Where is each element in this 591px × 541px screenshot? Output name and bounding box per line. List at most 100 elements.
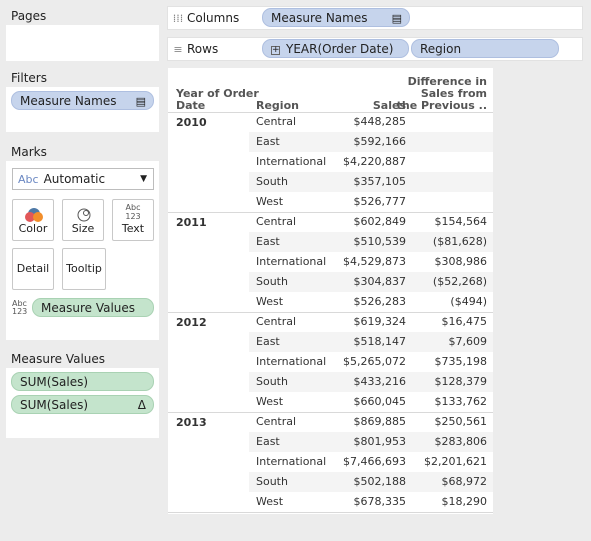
columns-icon: ⁞⁞⁞: [172, 12, 184, 25]
columns-pill-measure-names[interactable]: Measure Names ▤: [262, 8, 410, 27]
sales-cell: $619,324: [353, 315, 407, 328]
table-row[interactable]: International $4,529,873 $308,986: [249, 252, 493, 272]
measure-values-pill-label: Measure Values: [41, 301, 136, 315]
sales-cell: $526,283: [353, 295, 407, 308]
table-row[interactable]: West $526,777: [249, 192, 493, 212]
diff-cell: $128,379: [434, 375, 488, 388]
sales-cell: $660,045: [353, 395, 407, 408]
region-cell: West: [256, 395, 284, 408]
table-row[interactable]: Central $602,849 $154,564: [249, 212, 493, 232]
columns-shelf[interactable]: ⁞⁞⁞ Columns Measure Names ▤: [167, 6, 583, 30]
table-row[interactable]: Central $619,324 $16,475: [249, 312, 493, 332]
region-cell: South: [256, 275, 288, 288]
year-label: 2013: [176, 416, 207, 429]
table-bottom-divider: [168, 512, 493, 513]
text-encoding-icon: Abc 123: [12, 300, 27, 316]
sales-cell: $304,837: [353, 275, 407, 288]
pages-card[interactable]: Pages: [6, 7, 159, 61]
region-cell: South: [256, 175, 288, 188]
table-row[interactable]: International $5,265,072 $735,198: [249, 352, 493, 372]
expand-icon[interactable]: +: [271, 46, 280, 55]
tooltip-button[interactable]: Tooltip: [62, 248, 106, 290]
region-cell: Central: [256, 215, 297, 228]
measure-pill-sales[interactable]: SUM(Sales): [11, 372, 154, 391]
rows-pill-year[interactable]: + YEAR(Order Date): [262, 39, 409, 58]
region-cell: East: [256, 235, 280, 248]
rows-label-wrap: ≡ Rows: [172, 38, 218, 60]
rows-pill-region[interactable]: Region: [411, 39, 559, 58]
sales-cell: $526,777: [353, 195, 407, 208]
detail-label: Detail: [16, 262, 50, 275]
diff-cell: $154,564: [434, 215, 488, 228]
sales-cell: $510,539: [353, 235, 407, 248]
rows-shelf[interactable]: ≡ Rows + YEAR(Order Date) Region: [167, 37, 583, 61]
table-row[interactable]: South $304,837 ($52,268): [249, 272, 493, 292]
table-row[interactable]: West $526,283 ($494): [249, 292, 493, 312]
text-icon-abc: Abc: [125, 203, 141, 212]
sales-cell: $602,849: [353, 215, 407, 228]
mark-type-icon: Abc: [18, 173, 39, 186]
crosstab[interactable]: Year of Order Date Region Sales Differen…: [168, 68, 493, 514]
table-row[interactable]: West $678,335 $18,290: [249, 492, 493, 512]
filter-icon: ▤: [135, 95, 146, 108]
sales-cell: $433,216: [353, 375, 407, 388]
diff-cell: $308,986: [434, 255, 488, 268]
table-row[interactable]: East $518,147 $7,609: [249, 332, 493, 352]
region-cell: West: [256, 195, 284, 208]
measure-pill-sales-diff[interactable]: SUM(Sales) Δ: [11, 395, 154, 414]
filter-pill-measure-names[interactable]: Measure Names ▤: [11, 91, 154, 110]
region-cell: South: [256, 475, 288, 488]
table-row[interactable]: Central $448,285: [249, 112, 493, 132]
table-row[interactable]: East $592,166: [249, 132, 493, 152]
measure-values-pill[interactable]: Measure Values: [32, 298, 154, 317]
pages-title: Pages: [6, 7, 159, 25]
region-cell: East: [256, 435, 280, 448]
diff-cell: ($52,268): [432, 275, 487, 288]
text-button[interactable]: Abc 123 Text: [112, 199, 154, 241]
table-row[interactable]: Central $869,885 $250,561: [249, 412, 493, 432]
measure-pill-label: SUM(Sales): [20, 375, 89, 389]
marks-card[interactable]: Marks Abc Automatic ▼ Color Size Abc 123 …: [6, 143, 159, 340]
year-label: 2011: [176, 216, 207, 229]
region-cell: East: [256, 135, 280, 148]
region-cell: International: [256, 155, 327, 168]
sales-cell: $5,265,072: [343, 355, 406, 368]
delta-icon: Δ: [137, 398, 146, 412]
table-row[interactable]: East $801,953 $283,806: [249, 432, 493, 452]
diff-cell: $16,475: [441, 315, 488, 328]
filter-icon: ▤: [391, 12, 402, 25]
size-label: Size: [71, 222, 95, 235]
year-label: 2010: [176, 116, 207, 129]
rows-pill-region-label: Region: [420, 42, 462, 56]
diff-cell: $735,198: [434, 355, 488, 368]
sales-cell: $4,220,887: [343, 155, 406, 168]
sales-cell: $502,188: [353, 475, 407, 488]
region-cell: International: [256, 355, 327, 368]
sales-cell: $357,105: [353, 175, 407, 188]
rows-label: Rows: [187, 42, 219, 56]
table-row[interactable]: South $357,105: [249, 172, 493, 192]
diff-cell: $283,806: [434, 435, 488, 448]
diff-cell: $7,609: [448, 335, 488, 348]
table-row[interactable]: International $7,466,693 $2,201,621: [249, 452, 493, 472]
measure-values-card[interactable]: Measure Values SUM(Sales) SUM(Sales) Δ: [6, 350, 159, 438]
region-cell: Central: [256, 115, 297, 128]
table-row[interactable]: South $502,188 $68,972: [249, 472, 493, 492]
sales-cell: $678,335: [353, 495, 407, 508]
sales-cell: $448,285: [353, 115, 407, 128]
size-button[interactable]: Size: [62, 199, 104, 241]
mark-type-select[interactable]: Abc Automatic ▼: [12, 168, 154, 190]
table-row[interactable]: International $4,220,887: [249, 152, 493, 172]
columns-pill-label: Measure Names: [271, 11, 368, 25]
table-row[interactable]: South $433,216 $128,379: [249, 372, 493, 392]
mark-type-value: Automatic: [43, 172, 106, 186]
detail-button[interactable]: Detail: [12, 248, 54, 290]
rows-pill-year-label: YEAR(Order Date): [286, 42, 394, 56]
filters-title: Filters: [6, 69, 159, 87]
diff-cell: ($81,628): [432, 235, 487, 248]
diff-cell: $68,972: [441, 475, 488, 488]
table-row[interactable]: West $660,045 $133,762: [249, 392, 493, 412]
color-button[interactable]: Color: [12, 199, 54, 241]
filters-card[interactable]: Filters Measure Names ▤: [6, 69, 159, 132]
table-row[interactable]: East $510,539 ($81,628): [249, 232, 493, 252]
